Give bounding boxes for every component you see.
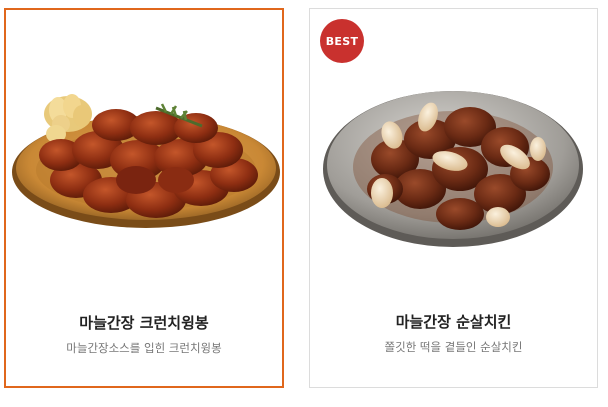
fried-chicken-wings-plate-image — [12, 94, 280, 228]
product-name[interactable]: 마늘간장 크런치윙봉 — [6, 312, 282, 333]
best-badge: BEST — [320, 19, 364, 63]
product-description: 쫄깃한 떡을 곁들인 순살치킨 — [384, 340, 523, 354]
product-name[interactable]: 마늘간장 순살치킨 — [310, 311, 597, 332]
product-description: 마늘간장소스를 입힌 크런치윙봉 — [66, 341, 222, 355]
product-card-crunch-wingbong[interactable]: 마늘간장 크런치윙봉 마늘간장소스를 입힌 크런치윙봉 — [4, 8, 284, 388]
product-card-boneless-chicken[interactable]: BEST 마늘간장 순살치킨 쫄깃한 떡을 곁들인 순살치킨 — [309, 8, 598, 388]
